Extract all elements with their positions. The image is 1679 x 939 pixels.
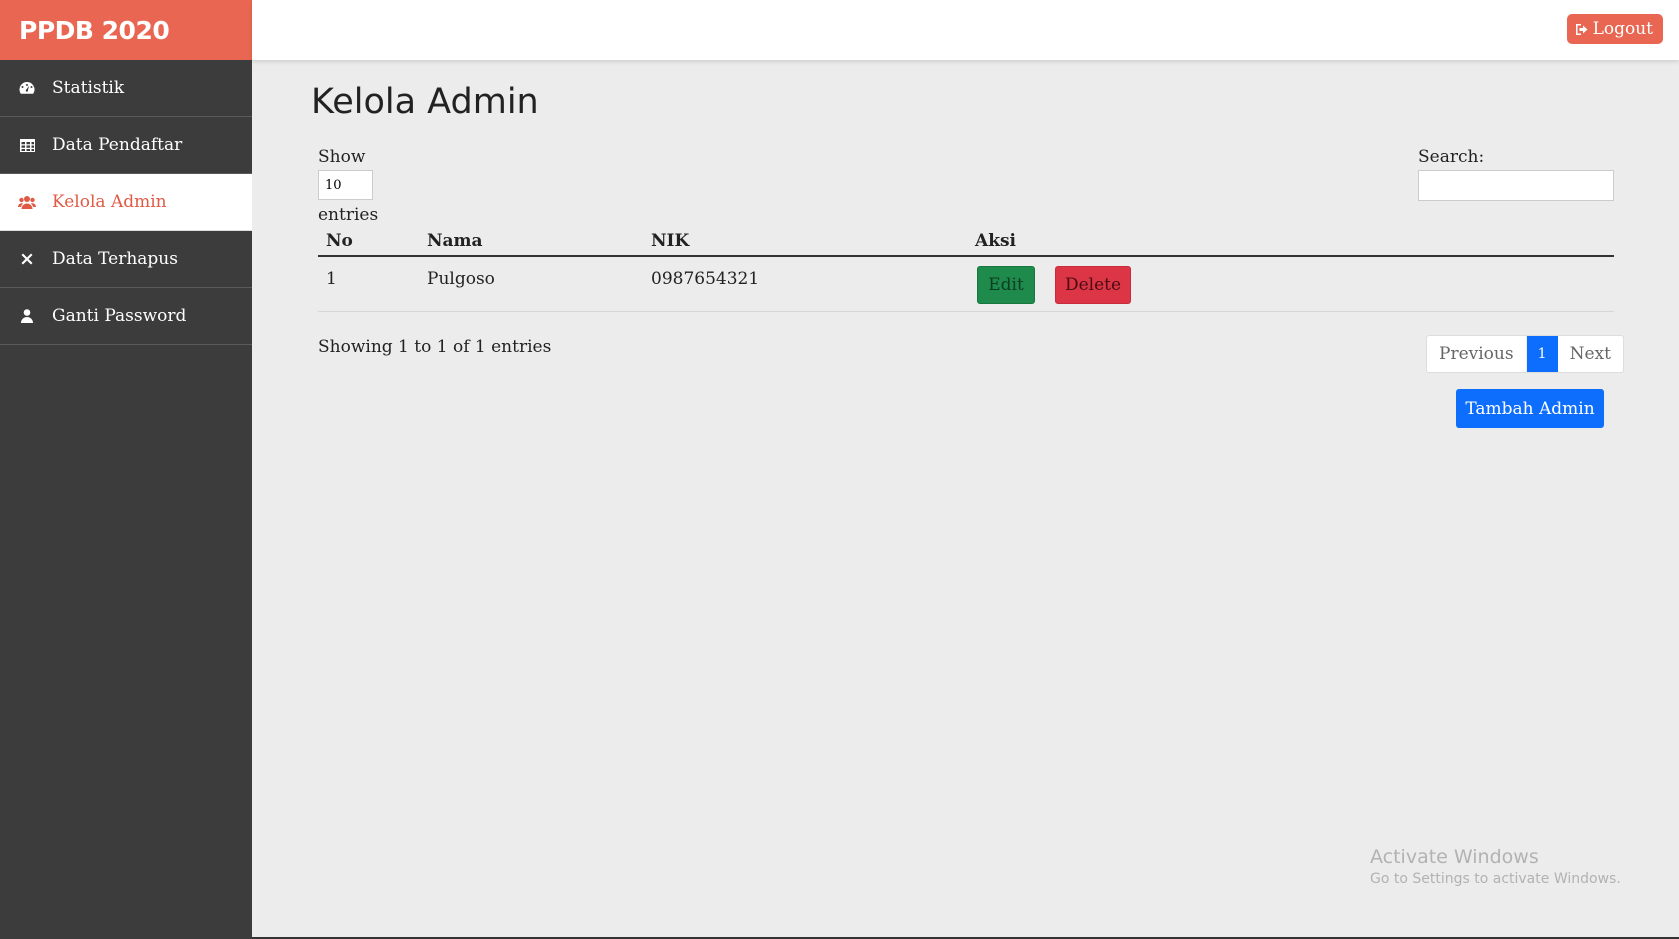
- search-control: Search:: [1418, 145, 1614, 201]
- user-icon: [18, 308, 36, 324]
- logout-button[interactable]: Logout: [1566, 14, 1663, 44]
- previous-page-button[interactable]: Previous: [1427, 336, 1527, 372]
- sidebar-item-label: Data Pendaftar: [52, 135, 183, 155]
- pagination: Previous 1 Next: [1426, 335, 1624, 373]
- search-input[interactable]: [1418, 170, 1614, 201]
- close-icon: [18, 251, 36, 267]
- show-label: Show: [318, 147, 366, 167]
- table-row: 1 Pulgoso 0987654321 Edit Delete: [318, 256, 1614, 312]
- sidebar-item-label: Ganti Password: [52, 306, 187, 326]
- column-header-aksi[interactable]: Aksi: [967, 227, 1614, 257]
- sidebar-item-kelola-admin[interactable]: Kelola Admin: [0, 174, 252, 231]
- top-bar: Logout: [252, 0, 1679, 60]
- sidebar-item-ganti-password[interactable]: Ganti Password: [0, 288, 252, 345]
- entries-length-control: Show 10 entries: [318, 145, 378, 227]
- sidebar: PPDB 2020 Statistik Data Pendaftar Kelol…: [0, 0, 252, 939]
- admin-table: No Nama NIK Aksi 1 Pulgoso 0987654321 Ed…: [318, 227, 1614, 312]
- main-content: Kelola Admin Show 10 entries Search: No …: [252, 60, 1679, 939]
- sidebar-item-data-pendaftar[interactable]: Data Pendaftar: [0, 117, 252, 174]
- sidebar-item-data-terhapus[interactable]: Data Terhapus: [0, 231, 252, 288]
- table-header-row: No Nama NIK Aksi: [318, 227, 1614, 257]
- column-header-nik[interactable]: NIK: [643, 227, 967, 257]
- search-label: Search:: [1418, 147, 1485, 167]
- next-page-button[interactable]: Next: [1558, 336, 1623, 372]
- column-header-nama[interactable]: Nama: [419, 227, 643, 257]
- brand-title[interactable]: PPDB 2020: [0, 0, 252, 60]
- watermark-title: Activate Windows: [1370, 846, 1539, 868]
- column-header-no[interactable]: No: [318, 227, 419, 257]
- page-1-button[interactable]: 1: [1526, 336, 1558, 372]
- sign-out-icon: [1575, 23, 1588, 35]
- users-icon: [18, 194, 36, 210]
- windows-activation-watermark: Activate Windows Go to Settings to activ…: [1370, 846, 1621, 887]
- watermark-subtitle: Go to Settings to activate Windows.: [1370, 871, 1621, 887]
- entries-select[interactable]: 10: [318, 170, 373, 200]
- delete-button[interactable]: Delete: [1055, 266, 1131, 304]
- sidebar-item-label: Data Terhapus: [52, 249, 178, 269]
- cell-nik: 0987654321: [643, 256, 967, 312]
- sidebar-item-label: Kelola Admin: [52, 192, 167, 212]
- add-admin-button[interactable]: Tambah Admin: [1456, 389, 1604, 428]
- logout-label: Logout: [1592, 19, 1653, 39]
- page-title: Kelola Admin: [311, 82, 539, 122]
- sidebar-item-statistik[interactable]: Statistik: [0, 60, 252, 117]
- cell-nama: Pulgoso: [419, 256, 643, 312]
- dashboard-icon: [18, 80, 36, 96]
- cell-no: 1: [318, 256, 419, 312]
- entries-label: entries: [318, 205, 379, 225]
- cell-aksi: Edit Delete: [967, 256, 1614, 312]
- table-info: Showing 1 to 1 of 1 entries: [318, 337, 552, 357]
- edit-button[interactable]: Edit: [977, 266, 1035, 304]
- sidebar-item-label: Statistik: [52, 78, 125, 98]
- table-icon: [18, 137, 36, 153]
